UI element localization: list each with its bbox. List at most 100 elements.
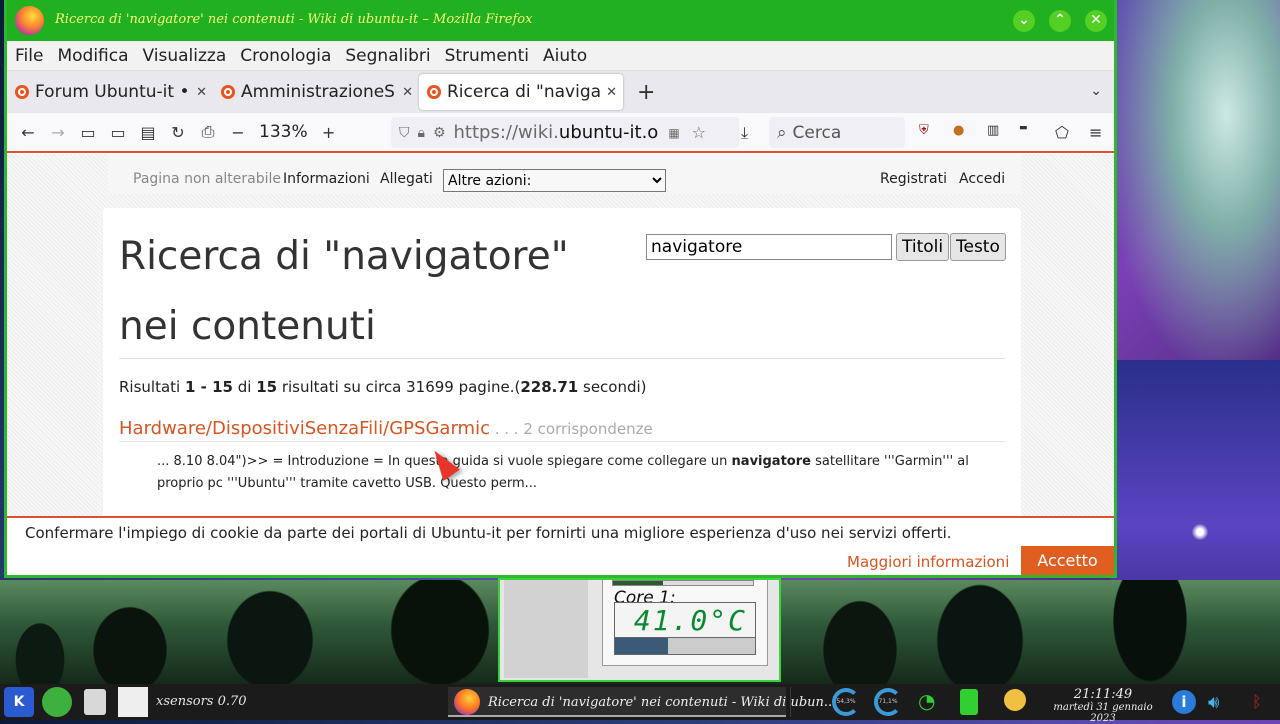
- accept-cookies-button[interactable]: Accetto: [1021, 546, 1114, 575]
- search-icon: ⌕: [777, 122, 787, 143]
- tab-ricerca[interactable]: Ricerca di "navigat ✕: [419, 74, 623, 110]
- tab-label: Forum Ubuntu-it • I: [35, 82, 191, 102]
- extension-monkey-icon[interactable]: ●: [953, 123, 964, 138]
- title-bar[interactable]: Ricerca di 'navigatore' nei contenuti - …: [7, 0, 1114, 41]
- page-title: Ricerca di "navigatore" nei contenuti: [119, 234, 569, 349]
- clock[interactable]: 21:11:49 martedì 31 gennaio 2023: [1040, 687, 1166, 724]
- ubuntu-favicon-icon: [15, 85, 29, 99]
- close-tab-icon[interactable]: ✕: [402, 85, 413, 100]
- navigation-toolbar: ← → ▭ ▭ ▤ ↻ ⎙ − 133% + ⛉ 🔒︎ ⚙ https://wi…: [7, 113, 1114, 153]
- close-tab-icon[interactable]: ✕: [196, 85, 207, 100]
- extension-video-icon[interactable]: ▬: [1019, 123, 1028, 133]
- divider: [119, 441, 1005, 442]
- search-box[interactable]: ⌕ Cerca: [769, 117, 905, 148]
- print-icon[interactable]: ⎙: [193, 122, 223, 142]
- clock-date: martedì 31 gennaio 2023: [1053, 702, 1153, 724]
- minimize-button[interactable]: ⌄: [1013, 10, 1035, 32]
- bookmark-star-icon[interactable]: ☆: [692, 123, 706, 142]
- xsensors-prev-bar: [612, 580, 754, 586]
- menu-aiuto[interactable]: Aiuto: [543, 46, 587, 66]
- kde-menu-icon[interactable]: K: [4, 687, 34, 717]
- tab-label: Ricerca di "navigat: [447, 82, 601, 102]
- notification-bulb-icon[interactable]: [1004, 689, 1026, 711]
- text-button[interactable]: Testo: [950, 233, 1006, 261]
- xsensors-window[interactable]: Core 1: 41.0°C: [498, 578, 781, 682]
- zoom-in-button[interactable]: +: [314, 123, 344, 142]
- cookie-message: Confermare l'impiego di cookie da parte …: [25, 524, 952, 542]
- extensions-icon[interactable]: ⬠: [1055, 123, 1069, 142]
- maximize-button[interactable]: ⌃: [1049, 10, 1071, 32]
- web-page: Pagina non alterabile Informazioni Alleg…: [7, 154, 1114, 516]
- attachments-link[interactable]: Allegati: [380, 171, 433, 187]
- xsensors-task-icon[interactable]: [118, 687, 148, 717]
- volume-icon[interactable]: 🔊︎: [1208, 692, 1219, 722]
- ublock-icon[interactable]: ⛨: [919, 123, 929, 138]
- permissions-icon[interactable]: ⚙: [433, 125, 446, 141]
- zoom-out-button[interactable]: −: [223, 123, 253, 142]
- new-tab-button[interactable]: +: [637, 80, 655, 105]
- titles-button[interactable]: Titoli: [896, 233, 950, 261]
- menu-file[interactable]: File: [15, 46, 43, 66]
- tab-amministrazione[interactable]: AmministrazioneSis ✕: [213, 74, 419, 110]
- menu-strumenti[interactable]: Strumenti: [445, 46, 529, 66]
- wiki-action-bar: Pagina non alterabile Informazioni Alleg…: [108, 154, 1022, 194]
- forward-button[interactable]: →: [43, 123, 73, 142]
- info-icon[interactable]: i: [1172, 690, 1196, 714]
- xsensors-temperature: 41.0°C: [614, 602, 756, 638]
- lock-icon[interactable]: 🔒︎: [418, 125, 425, 141]
- result-item: Hardware/DispositiviSenzaFili/GPSGarmic …: [119, 418, 653, 439]
- register-link[interactable]: Registrati: [880, 171, 947, 187]
- flag-icon[interactable]: ▦: [668, 126, 679, 140]
- extension-barcode-icon[interactable]: ▥: [987, 123, 999, 138]
- tab-forum[interactable]: Forum Ubuntu-it • I ✕: [7, 74, 213, 110]
- close-button[interactable]: ✕: [1085, 10, 1107, 32]
- menu-modifica[interactable]: Modifica: [57, 46, 128, 66]
- ubuntu-favicon-icon: [221, 85, 235, 99]
- firefox-task-label: Ricerca di 'navigatore' nei contenuti - …: [488, 695, 837, 710]
- menu-visualizza[interactable]: Visualizza: [143, 46, 227, 66]
- close-tab-icon[interactable]: ✕: [606, 85, 617, 100]
- not-editable-label: Pagina non alterabile: [133, 171, 282, 187]
- menu-cronologia[interactable]: Cronologia: [240, 46, 331, 66]
- network-graph: [790, 687, 830, 717]
- tab-label: AmministrazioneSis: [241, 82, 397, 102]
- sidebar-icon[interactable]: ▤: [133, 123, 163, 142]
- menu-segnalibri[interactable]: Segnalibri: [345, 46, 430, 66]
- firefox-icon: [454, 689, 480, 715]
- search-query-input[interactable]: [646, 234, 892, 260]
- download-icon[interactable]: ⤓: [741, 123, 748, 143]
- app-menu-icon[interactable]: ≡: [1089, 123, 1102, 142]
- more-actions-select[interactable]: Altre azioni:: [443, 169, 666, 192]
- zoom-level[interactable]: 133%: [253, 122, 314, 142]
- reload-button[interactable]: ↻: [163, 123, 193, 142]
- menu-bar: File Modifica Visualizza Cronologia Segn…: [7, 41, 1114, 71]
- firefox-task-item[interactable]: Ricerca di 'navigatore' nei contenuti - …: [448, 687, 836, 717]
- result-link[interactable]: Hardware/DispositiviSenzaFili/GPSGarmic: [119, 418, 490, 439]
- trash-icon[interactable]: [84, 689, 106, 715]
- battery-icon[interactable]: [960, 689, 978, 715]
- more-info-link[interactable]: Maggiori informazioni: [847, 553, 1009, 571]
- window-title: Ricerca di 'navigatore' nei contenuti - …: [55, 12, 533, 27]
- firefox-window: Ricerca di 'navigatore' nei contenuti - …: [4, 0, 1117, 578]
- url-prefix: https://wiki.: [453, 122, 559, 143]
- wallpaper-aurora: [1100, 0, 1280, 380]
- search-placeholder: Cerca: [792, 122, 842, 143]
- wallpaper-star: [1192, 524, 1208, 540]
- wifi-icon[interactable]: ◔: [918, 689, 944, 719]
- divider: [119, 358, 1005, 359]
- info-link[interactable]: Informazioni: [283, 171, 370, 187]
- url-bar[interactable]: ⛉ 🔒︎ ⚙ https://wiki. ubuntu-it.o ▦ ☆: [391, 117, 739, 148]
- result-match-count: . . . 2 corrispondenze: [489, 420, 653, 438]
- tab-bar: Forum Ubuntu-it • I ✕ AmministrazioneSis…: [7, 71, 1114, 113]
- ubuntu-favicon-icon: [427, 85, 441, 99]
- taskbar: K xsensors 0.70 Ricerca di 'navigatore' …: [0, 684, 1280, 724]
- downloads-folder-icon[interactable]: ▭: [73, 123, 103, 142]
- cpu-load-1: 54,3%: [832, 688, 860, 716]
- login-link[interactable]: Accedi: [959, 171, 1005, 187]
- shield-icon[interactable]: ⛉: [399, 125, 410, 141]
- bluetooth-icon[interactable]: ᛒ: [1252, 692, 1262, 722]
- list-tabs-chevron-icon[interactable]: ⌄: [1090, 83, 1102, 99]
- open-folder-icon[interactable]: ▭: [103, 123, 133, 142]
- network-browser-icon[interactable]: [42, 687, 72, 717]
- back-button[interactable]: ←: [13, 123, 43, 142]
